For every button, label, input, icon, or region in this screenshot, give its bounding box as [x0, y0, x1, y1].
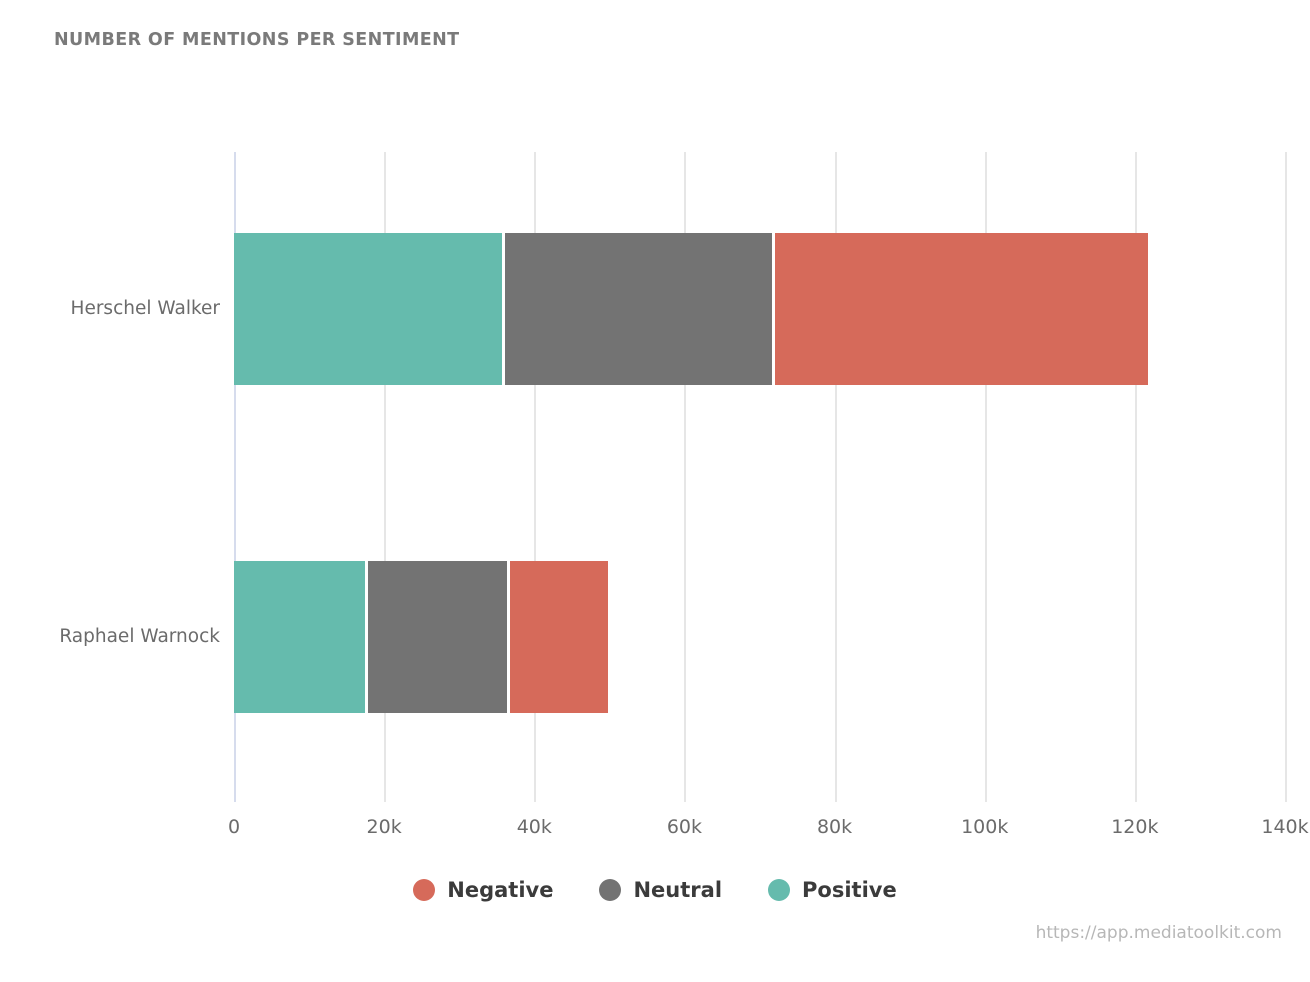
- y-axis-category-label: Herschel Walker: [70, 298, 220, 319]
- x-tick-label: 120k: [1111, 816, 1159, 838]
- legend-label: Positive: [802, 878, 897, 902]
- bar-segment-neutral[interactable]: [368, 561, 507, 713]
- legend-swatch-positive-icon: [768, 879, 791, 901]
- x-tick-label: 0: [227, 816, 241, 838]
- bar-segment-positive[interactable]: [234, 233, 502, 385]
- bar-segment-negative[interactable]: [775, 233, 1148, 385]
- legend-item-negative[interactable]: Negative: [413, 878, 553, 902]
- bar-segment-negative[interactable]: [509, 561, 608, 713]
- x-tick-label: 140k: [1261, 816, 1309, 838]
- x-tick-label: 80k: [816, 816, 853, 838]
- gridline: [1285, 152, 1287, 802]
- y-axis-category-label: Raphael Warnock: [59, 626, 220, 647]
- legend-swatch-negative-icon: [413, 879, 436, 901]
- x-tick-label: 60k: [666, 816, 703, 838]
- source-url: https://app.mediatoolkit.com: [1035, 923, 1282, 943]
- legend-item-positive[interactable]: Positive: [768, 878, 897, 902]
- x-tick-label: 100k: [961, 816, 1009, 838]
- legend-label: Neutral: [633, 878, 723, 902]
- bar-segment-neutral[interactable]: [505, 233, 773, 385]
- legend-item-neutral[interactable]: Neutral: [599, 878, 722, 902]
- x-tick-label: 20k: [366, 816, 402, 838]
- bar-segment-positive[interactable]: [234, 561, 366, 713]
- x-tick-label: 40k: [516, 816, 552, 838]
- plot-area: [234, 152, 1287, 802]
- sentiment-chart: NUMBER OF MENTIONS PER SENTIMENT 0 20k 40k…: [0, 0, 1310, 982]
- chart-legend: Negative Neutral Positive: [0, 878, 1310, 902]
- bars-layer: [234, 152, 1285, 802]
- legend-label: Negative: [447, 878, 554, 902]
- x-axis-tick-labels: 0 20k 40k 60k 80k 100k 120k 140k: [228, 816, 1309, 846]
- page-title: NUMBER OF MENTIONS PER SENTIMENT: [54, 30, 460, 50]
- legend-swatch-neutral-icon: [599, 879, 622, 901]
